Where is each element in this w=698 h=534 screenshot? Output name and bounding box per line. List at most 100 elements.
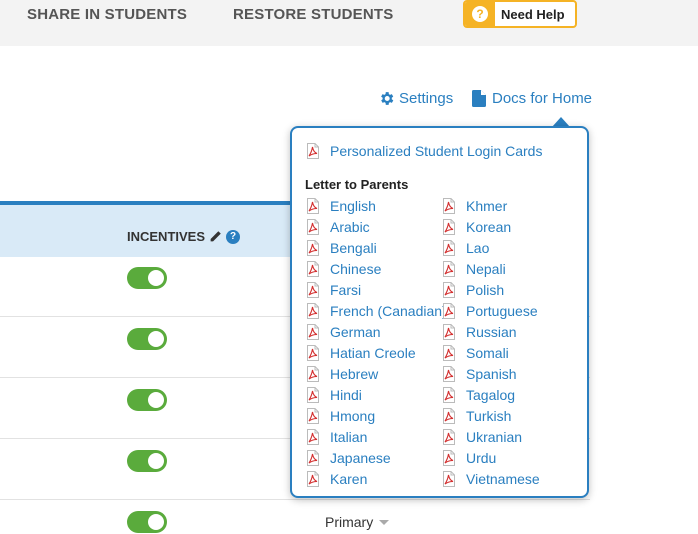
letter-language-link[interactable]: Japanese: [305, 449, 391, 467]
letter-language-link[interactable]: Hindi: [305, 386, 362, 404]
pdf-icon: [441, 219, 466, 235]
pencil-icon[interactable]: [209, 230, 222, 243]
letter-language-label: Bengali: [330, 240, 377, 256]
letter-language-label: Portuguese: [466, 303, 538, 319]
letter-language-label: Chinese: [330, 261, 382, 277]
letter-language-link[interactable]: Hatian Creole: [305, 344, 416, 362]
need-help-label: Need Help: [501, 6, 565, 22]
letter-language-label: Tagalog: [466, 387, 516, 403]
letter-language-label: Farsi: [330, 282, 362, 298]
letter-language-label: Turkish: [466, 408, 512, 424]
question-icon: ?: [465, 2, 495, 26]
letter-language-link[interactable]: French (Canadian): [305, 302, 447, 320]
level-select-value: Primary: [325, 514, 374, 530]
pdf-icon: [305, 198, 330, 214]
letter-language-link[interactable]: Italian: [305, 428, 367, 446]
letter-language-link[interactable]: Arabic: [305, 218, 370, 236]
login-cards-link[interactable]: Personalized Student Login Cards: [305, 142, 542, 160]
help-icon[interactable]: ?: [226, 229, 241, 244]
letter-language-label: Urdu: [466, 450, 497, 466]
letter-language-label: Lao: [466, 240, 490, 256]
letter-language-link[interactable]: Polish: [441, 281, 504, 299]
settings-button[interactable]: Settings: [378, 90, 453, 107]
pdf-icon: [441, 261, 466, 277]
settings-label: Settings: [399, 90, 454, 107]
docs-for-home-button[interactable]: Docs for Home: [472, 90, 592, 107]
letter-language-link[interactable]: Russian: [441, 323, 517, 341]
letter-language-label: Karen: [330, 471, 368, 487]
pdf-icon: [305, 366, 330, 382]
letter-language-label: Spanish: [466, 366, 517, 382]
pdf-icon: [441, 198, 466, 214]
chevron-down-icon: [379, 519, 390, 525]
letter-language-link[interactable]: Turkish: [441, 407, 511, 425]
letter-language-link[interactable]: Somali: [441, 344, 509, 362]
incentives-toggle[interactable]: [127, 328, 167, 350]
incentives-toggle[interactable]: [127, 267, 167, 289]
pdf-icon: [305, 219, 330, 235]
letter-language-label: German: [330, 324, 381, 340]
letter-language-link[interactable]: Tagalog: [441, 386, 515, 404]
pdf-icon: [441, 366, 466, 382]
pdf-icon: [441, 471, 466, 487]
letter-language-link[interactable]: Korean: [441, 218, 511, 236]
letter-language-label: English: [330, 198, 376, 214]
incentives-toggle[interactable]: [127, 511, 167, 533]
letter-language-link[interactable]: Nepali: [441, 260, 506, 278]
letter-language-label: Hindi: [330, 387, 362, 403]
letter-language-label: Somali: [466, 345, 509, 361]
letter-language-link[interactable]: Khmer: [441, 197, 507, 215]
letter-language-link[interactable]: Hmong: [305, 407, 375, 425]
pdf-icon: [441, 408, 466, 424]
letter-language-link[interactable]: Urdu: [441, 449, 496, 467]
letter-language-link[interactable]: Chinese: [305, 260, 381, 278]
pdf-icon: [305, 345, 330, 361]
letter-language-link[interactable]: Spanish: [441, 365, 517, 383]
pdf-icon: [441, 345, 466, 361]
letter-language-label: Nepali: [466, 261, 506, 277]
incentives-header-label: INCENTIVES: [127, 229, 206, 244]
pdf-icon: [305, 429, 330, 445]
pdf-icon: [441, 450, 466, 466]
letter-language-label: Japanese: [330, 450, 391, 466]
letter-language-label: French (Canadian): [330, 303, 447, 319]
letter-language-link[interactable]: Bengali: [305, 239, 377, 257]
pdf-icon: [305, 324, 330, 340]
pdf-icon: [305, 261, 330, 277]
pdf-icon: [305, 471, 330, 487]
pdf-icon: [441, 303, 466, 319]
letter-language-link[interactable]: Lao: [441, 239, 489, 257]
letter-language-link[interactable]: Karen: [305, 470, 367, 488]
pdf-icon: [441, 324, 466, 340]
letter-language-link[interactable]: English: [305, 197, 376, 215]
letter-language-link[interactable]: Farsi: [305, 281, 361, 299]
pdf-icon: [305, 303, 330, 319]
pdf-icon: [305, 282, 330, 298]
letter-language-label: Polish: [466, 282, 505, 298]
incentives-toggle[interactable]: [127, 389, 167, 411]
top-bar: SHARE IN STUDENTS RESTORE STUDENTS ? Nee…: [0, 0, 698, 46]
pdf-icon: [305, 450, 330, 466]
letter-language-link[interactable]: Portuguese: [441, 302, 538, 320]
pdf-icon: [305, 408, 330, 424]
letter-language-label: Korean: [466, 219, 512, 235]
letter-language-label: Russian: [466, 324, 517, 340]
letter-language-label: Arabic: [330, 219, 370, 235]
letter-language-link[interactable]: Hebrew: [305, 365, 378, 383]
login-cards-label: Personalized Student Login Cards: [330, 143, 543, 159]
letter-language-link[interactable]: Vietnamese: [441, 470, 540, 488]
share-in-students-link[interactable]: SHARE IN STUDENTS: [27, 6, 187, 23]
row-divider: [0, 499, 590, 500]
incentives-toggle[interactable]: [127, 450, 167, 472]
document-icon: [472, 90, 486, 107]
need-help-button[interactable]: ? Need Help: [463, 0, 577, 28]
level-select[interactable]: Primary: [325, 514, 390, 530]
letter-language-label: Italian: [330, 429, 368, 445]
pdf-icon: [305, 240, 330, 256]
pdf-icon: [441, 387, 466, 403]
restore-students-link[interactable]: RESTORE STUDENTS: [233, 6, 393, 23]
letter-language-link[interactable]: Ukranian: [441, 428, 522, 446]
pdf-icon: [305, 387, 330, 403]
pdf-icon: [441, 282, 466, 298]
letter-language-link[interactable]: German: [305, 323, 381, 341]
